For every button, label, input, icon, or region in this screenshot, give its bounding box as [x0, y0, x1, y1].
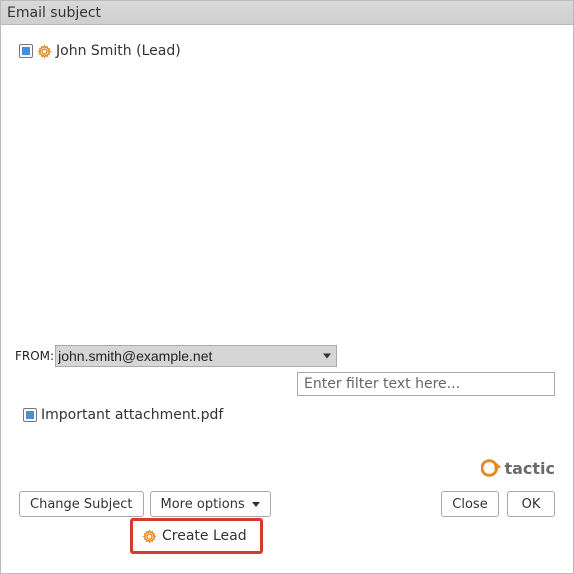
change-subject-button[interactable]: Change Subject [19, 491, 144, 517]
button-label: Close [452, 497, 487, 512]
menu-item-label: Create Lead [162, 528, 247, 544]
more-options-menu: Create Lead [130, 518, 263, 554]
more-options-button[interactable]: More options [150, 491, 271, 517]
brand-logo: tactic [481, 457, 555, 479]
close-button[interactable]: Close [441, 491, 499, 517]
attachment-checkbox[interactable] [23, 408, 37, 422]
contact-list: John Smith (Lead) [1, 25, 573, 61]
chevron-down-icon [252, 502, 260, 507]
filter-input[interactable] [297, 372, 555, 396]
contact-label: John Smith (Lead) [56, 43, 181, 59]
from-select[interactable] [55, 345, 337, 367]
from-row: FROM: [15, 345, 337, 367]
window-title: Email subject [7, 5, 101, 21]
from-label: FROM: [15, 349, 55, 363]
button-label: Change Subject [30, 497, 133, 512]
gear-icon [142, 529, 157, 544]
titlebar: Email subject [1, 1, 573, 25]
button-label: More options [161, 497, 245, 512]
contact-row[interactable]: John Smith (Lead) [19, 41, 555, 61]
button-label: OK [522, 497, 541, 512]
contact-checkbox[interactable] [19, 44, 33, 58]
button-bar: Change Subject More options Close OK [19, 491, 555, 517]
menu-item-create-lead[interactable]: Create Lead [136, 524, 257, 548]
gear-icon [37, 44, 52, 59]
attachment-label: Important attachment.pdf [41, 407, 223, 423]
from-select-wrap[interactable] [55, 345, 337, 367]
ok-button[interactable]: OK [507, 491, 555, 517]
attachment-row[interactable]: Important attachment.pdf [23, 407, 223, 423]
logo-icon [481, 457, 503, 479]
dialog-content: John Smith (Lead) FROM: Important attach… [1, 25, 573, 573]
logo-text: tactic [504, 459, 555, 478]
dialog-window: Email subject John Smith (Lead) FROM: Im… [0, 0, 574, 574]
